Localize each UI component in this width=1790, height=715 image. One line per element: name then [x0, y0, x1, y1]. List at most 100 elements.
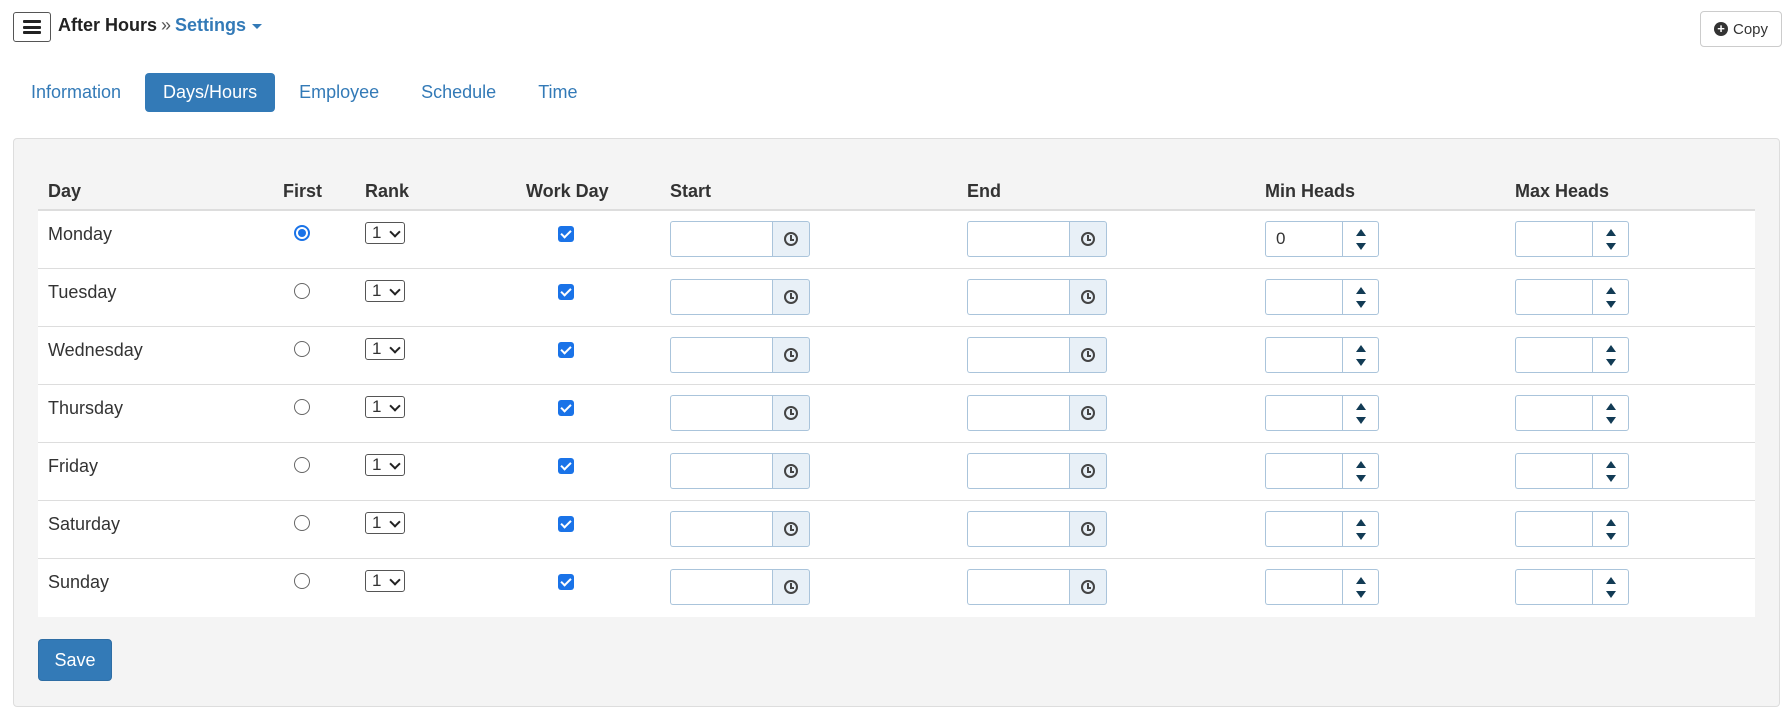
max-heads-spin-buttons[interactable] [1592, 453, 1629, 489]
end-time-button[interactable] [1069, 221, 1107, 257]
start-time-button[interactable] [772, 279, 810, 315]
max-heads-stepper [1515, 395, 1629, 431]
min-heads-input[interactable] [1265, 279, 1342, 315]
rank-select[interactable]: 1 [365, 280, 405, 302]
work-day-checkbox[interactable] [558, 574, 574, 590]
first-day-radio[interactable] [294, 573, 310, 589]
work-day-checkbox[interactable] [558, 458, 574, 474]
work-day-checkbox[interactable] [558, 516, 574, 532]
end-time-button[interactable] [1069, 395, 1107, 431]
max-heads-stepper [1515, 569, 1629, 605]
start-time-button[interactable] [772, 511, 810, 547]
start-time-input[interactable] [670, 221, 772, 257]
save-button[interactable]: Save [38, 639, 112, 681]
min-heads-spin-buttons[interactable] [1342, 221, 1379, 257]
min-heads-spin-buttons[interactable] [1342, 511, 1379, 547]
start-time-button[interactable] [772, 221, 810, 257]
end-time-button[interactable] [1069, 279, 1107, 315]
end-time-button[interactable] [1069, 569, 1107, 605]
max-heads-spin-buttons[interactable] [1592, 279, 1629, 315]
first-day-radio[interactable] [294, 341, 310, 357]
max-heads-input[interactable] [1515, 337, 1592, 373]
tab-schedule[interactable]: Schedule [403, 73, 514, 112]
table-row: Sunday 1 [38, 559, 1755, 617]
menu-button[interactable] [13, 12, 51, 42]
first-day-radio[interactable] [294, 399, 310, 415]
max-heads-spin-buttons[interactable] [1592, 221, 1629, 257]
min-heads-stepper [1265, 337, 1379, 373]
start-time-button[interactable] [772, 395, 810, 431]
min-heads-input[interactable] [1265, 511, 1342, 547]
rank-select[interactable]: 1 [365, 222, 405, 244]
max-heads-spin-buttons[interactable] [1592, 511, 1629, 547]
min-heads-input[interactable]: 0 [1265, 221, 1342, 257]
min-heads-input[interactable] [1265, 453, 1342, 489]
table-row: Saturday 1 [38, 501, 1755, 559]
rank-select[interactable]: 1 [365, 454, 405, 476]
arrow-down-icon [1355, 242, 1366, 250]
work-day-checkbox[interactable] [558, 342, 574, 358]
start-time-input[interactable] [670, 569, 772, 605]
work-day-checkbox[interactable] [558, 284, 574, 300]
arrow-up-icon [1355, 344, 1366, 352]
end-time-input[interactable] [967, 511, 1069, 547]
tab-employee[interactable]: Employee [281, 73, 397, 112]
min-heads-spin-buttons[interactable] [1342, 453, 1379, 489]
days-hours-table: Day First Rank Work Day Start End Min He… [38, 161, 1755, 617]
min-heads-spin-buttons[interactable] [1342, 279, 1379, 315]
end-time-button[interactable] [1069, 511, 1107, 547]
table-row: Wednesday 1 [38, 327, 1755, 385]
breadcrumb-settings-dropdown[interactable]: Settings [175, 15, 263, 35]
first-day-radio[interactable] [294, 283, 310, 299]
work-day-checkbox[interactable] [558, 226, 574, 242]
start-time-button[interactable] [772, 337, 810, 373]
end-time-input[interactable] [967, 569, 1069, 605]
tab-days-hours[interactable]: Days/Hours [145, 73, 276, 112]
end-time-button[interactable] [1069, 337, 1107, 373]
rank-select[interactable]: 1 [365, 512, 405, 534]
min-heads-input[interactable] [1265, 569, 1342, 605]
max-heads-spin-buttons[interactable] [1592, 395, 1629, 431]
work-day-checkbox[interactable] [558, 400, 574, 416]
max-heads-input[interactable] [1515, 569, 1592, 605]
max-heads-input[interactable] [1515, 279, 1592, 315]
start-time-input[interactable] [670, 511, 772, 547]
first-day-radio[interactable] [294, 515, 310, 531]
end-time-button[interactable] [1069, 453, 1107, 489]
first-day-radio[interactable] [294, 457, 310, 473]
max-heads-input[interactable] [1515, 395, 1592, 431]
table-row: Tuesday 1 [38, 269, 1755, 327]
end-time-input[interactable] [967, 453, 1069, 489]
rank-select[interactable]: 1 [365, 570, 405, 592]
max-heads-input[interactable] [1515, 453, 1592, 489]
arrow-up-icon [1605, 460, 1616, 468]
min-heads-spin-buttons[interactable] [1342, 569, 1379, 605]
max-heads-input[interactable] [1515, 511, 1592, 547]
min-heads-input[interactable] [1265, 337, 1342, 373]
end-time-input[interactable] [967, 395, 1069, 431]
max-heads-input[interactable] [1515, 221, 1592, 257]
arrow-up-icon [1605, 576, 1616, 584]
start-time-button[interactable] [772, 569, 810, 605]
min-heads-input[interactable] [1265, 395, 1342, 431]
first-day-radio[interactable] [294, 225, 310, 241]
max-heads-spin-buttons[interactable] [1592, 337, 1629, 373]
rank-select[interactable]: 1 [365, 396, 405, 418]
min-heads-spin-buttons[interactable] [1342, 337, 1379, 373]
start-time-input[interactable] [670, 395, 772, 431]
copy-button[interactable]: + Copy [1700, 11, 1782, 47]
min-heads-spin-buttons[interactable] [1342, 395, 1379, 431]
end-time-input[interactable] [967, 337, 1069, 373]
breadcrumb: After Hours» Settings [58, 15, 263, 36]
start-time-input[interactable] [670, 453, 772, 489]
start-time-input[interactable] [670, 337, 772, 373]
tab-time[interactable]: Time [520, 73, 595, 112]
end-time-input[interactable] [967, 279, 1069, 315]
start-time-button[interactable] [772, 453, 810, 489]
rank-select[interactable]: 1 [365, 338, 405, 360]
copy-button-label: Copy [1732, 20, 1769, 38]
start-time-input[interactable] [670, 279, 772, 315]
end-time-input[interactable] [967, 221, 1069, 257]
tab-information[interactable]: Information [13, 73, 139, 112]
max-heads-spin-buttons[interactable] [1592, 569, 1629, 605]
